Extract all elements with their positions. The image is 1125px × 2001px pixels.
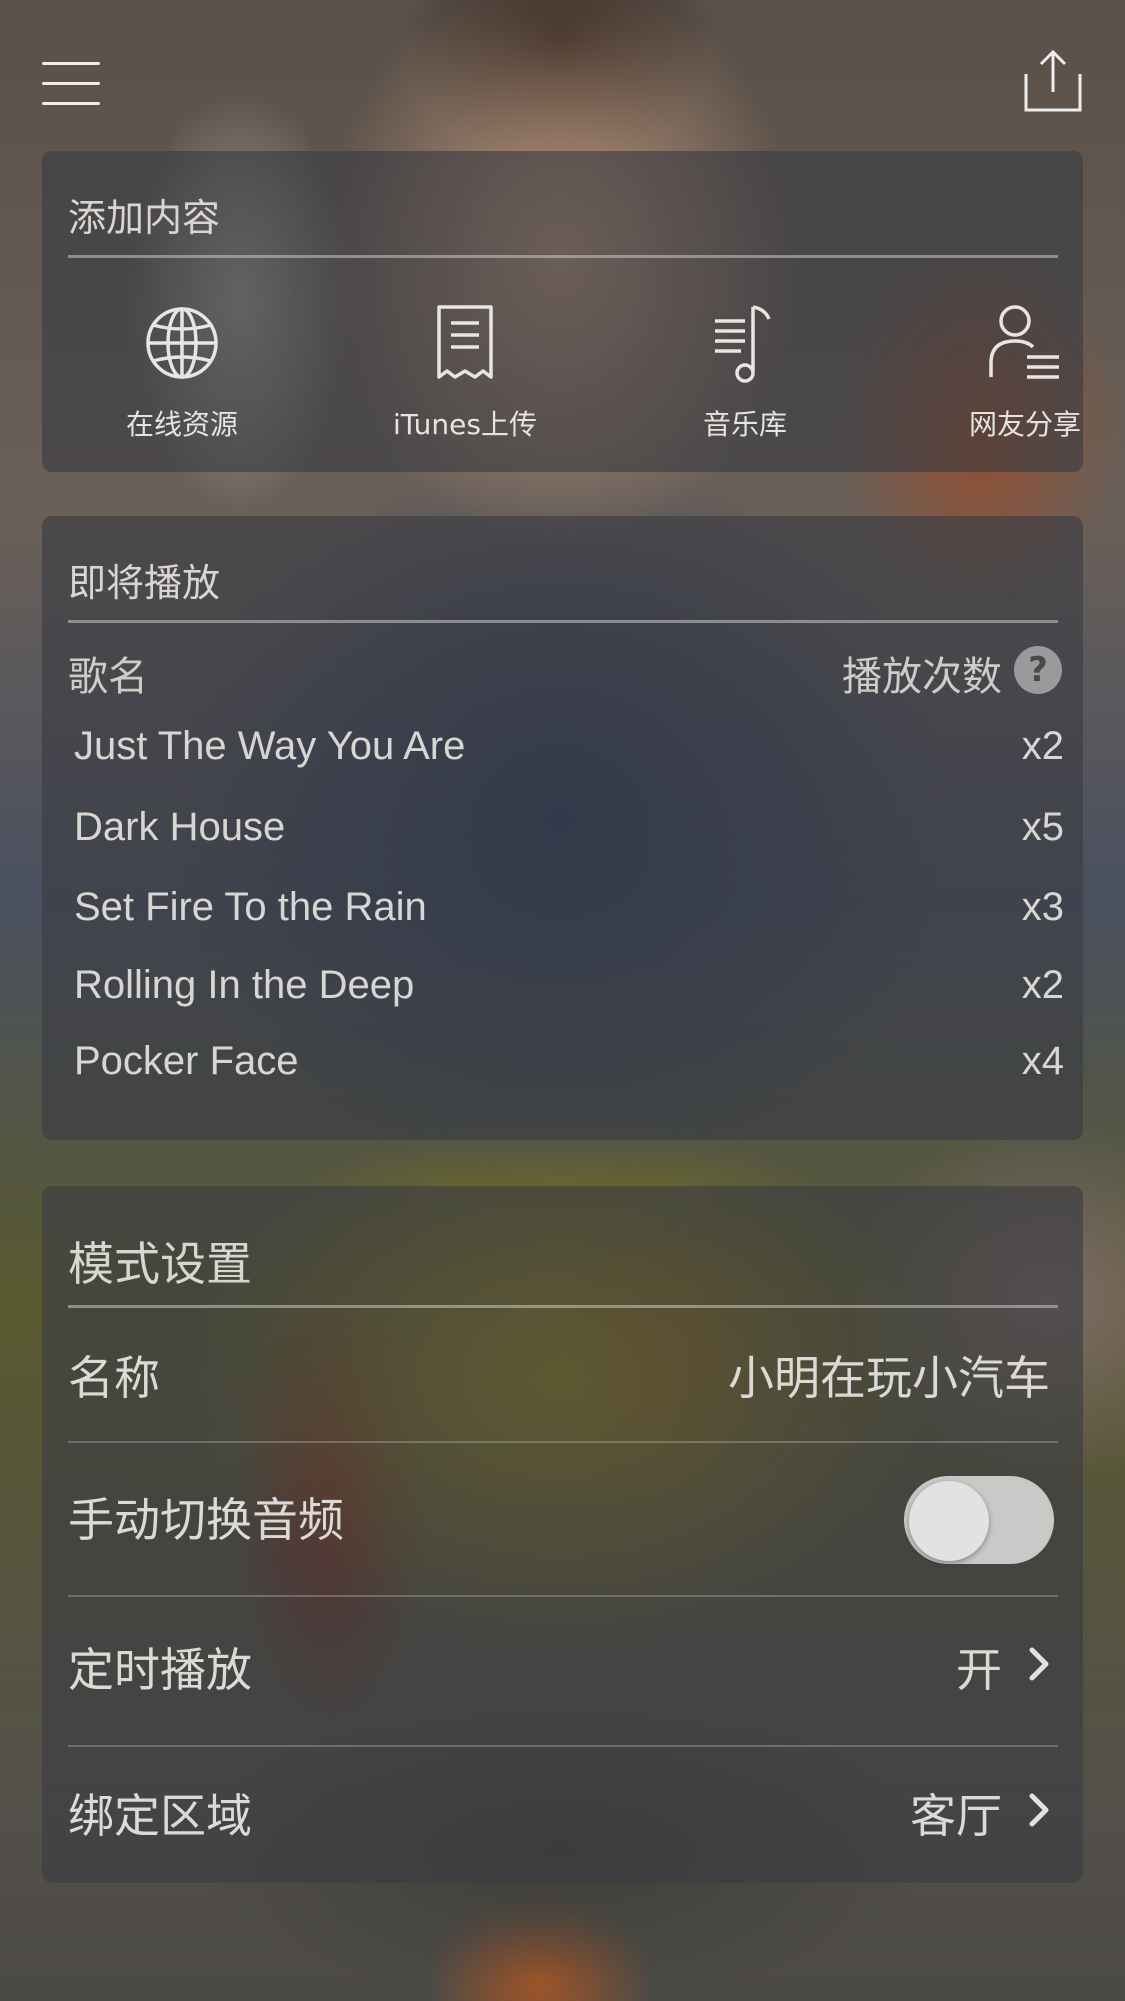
user-share-label: 网友分享 bbox=[968, 408, 1081, 441]
receipt-document-icon bbox=[437, 305, 493, 379]
add-content-card: 添加内容 在线资源 iTunes上传 音乐库 网友分享 bbox=[42, 151, 1083, 472]
globe-icon bbox=[146, 307, 218, 379]
user-list-icon bbox=[989, 305, 1059, 379]
song-name: Just The Way You Are bbox=[74, 724, 466, 768]
online-resources-label: 在线资源 bbox=[125, 408, 238, 441]
help-icon[interactable]: ? bbox=[1014, 646, 1062, 694]
music-list-icon bbox=[715, 305, 771, 383]
timed-play-label: 定时播放 bbox=[68, 1643, 252, 1697]
song-name: Set Fire To the Rain bbox=[74, 885, 427, 929]
hamburger-menu-icon[interactable] bbox=[38, 58, 102, 110]
playlist-header: 歌名 播放次数 ? bbox=[68, 644, 1064, 700]
divider bbox=[68, 620, 1058, 623]
music-library-label: 音乐库 bbox=[702, 408, 787, 441]
online-resources-button[interactable]: 在线资源 bbox=[62, 301, 302, 461]
upcoming-playlist-card: 即将播放 歌名 播放次数 ? Just The Way You Are x2 D… bbox=[42, 516, 1083, 1140]
timed-play-setting-row[interactable]: 定时播放 开 bbox=[68, 1602, 1064, 1722]
divider bbox=[68, 1745, 1058, 1747]
user-share-button[interactable]: 网友分享 bbox=[905, 301, 1125, 461]
name-setting-row[interactable]: 名称 小明在玩小汽车 bbox=[68, 1310, 1064, 1430]
chevron-right-icon bbox=[1029, 1793, 1049, 1827]
song-play-count: x3 bbox=[1021, 885, 1064, 929]
song-name-column-header: 歌名 bbox=[68, 654, 148, 700]
divider bbox=[68, 1441, 1058, 1443]
timed-play-value: 开 bbox=[956, 1643, 1002, 1697]
song-play-count: x4 bbox=[1021, 1039, 1064, 1083]
mode-settings-card: 模式设置 名称 小明在玩小汽车 手动切换音频 定时播放 开 绑定区域 客厅 bbox=[42, 1186, 1083, 1883]
share-upload-icon[interactable] bbox=[1020, 48, 1086, 114]
bind-area-label: 绑定区域 bbox=[68, 1789, 252, 1843]
name-setting-label: 名称 bbox=[68, 1351, 160, 1405]
manual-switch-setting-row: 手动切换音频 bbox=[68, 1452, 1064, 1572]
song-name: Pocker Face bbox=[74, 1039, 299, 1083]
song-row[interactable]: Dark House x5 bbox=[74, 805, 1064, 865]
music-library-button[interactable]: 音乐库 bbox=[625, 301, 865, 461]
song-play-count: x2 bbox=[1021, 963, 1064, 1007]
play-count-column-header: 播放次数 bbox=[842, 654, 1002, 700]
song-name: Rolling In the Deep bbox=[74, 963, 415, 1007]
divider bbox=[68, 1595, 1058, 1597]
song-name: Dark House bbox=[74, 805, 286, 849]
name-setting-value: 小明在玩小汽车 bbox=[728, 1351, 1050, 1405]
divider bbox=[68, 255, 1058, 258]
chevron-right-icon bbox=[1029, 1647, 1049, 1681]
song-play-count: x2 bbox=[1021, 724, 1064, 768]
song-row[interactable]: Just The Way You Are x2 bbox=[74, 724, 1064, 784]
song-row[interactable]: Pocker Face x4 bbox=[74, 1039, 1064, 1099]
itunes-upload-label: iTunes上传 bbox=[393, 408, 537, 441]
upcoming-title: 即将播放 bbox=[68, 561, 221, 605]
bind-area-setting-row[interactable]: 绑定区域 客厅 bbox=[68, 1748, 1064, 1868]
manual-switch-label: 手动切换音频 bbox=[68, 1493, 344, 1547]
add-content-title: 添加内容 bbox=[68, 196, 221, 240]
mode-settings-title: 模式设置 bbox=[68, 1237, 252, 1291]
song-row[interactable]: Set Fire To the Rain x3 bbox=[74, 885, 1064, 945]
itunes-upload-button[interactable]: iTunes上传 bbox=[345, 301, 585, 461]
manual-switch-toggle[interactable] bbox=[904, 1476, 1054, 1564]
top-bar bbox=[0, 0, 1125, 150]
song-play-count: x5 bbox=[1021, 805, 1064, 849]
divider bbox=[68, 1305, 1058, 1308]
bind-area-value: 客厅 bbox=[910, 1789, 1002, 1843]
toggle-knob bbox=[909, 1481, 989, 1561]
song-row[interactable]: Rolling In the Deep x2 bbox=[74, 963, 1064, 1023]
